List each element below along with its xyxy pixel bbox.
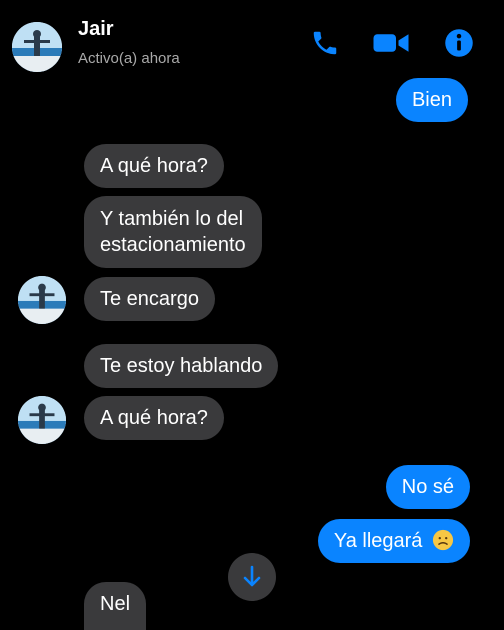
contact-avatar[interactable] <box>18 276 66 324</box>
contact-name[interactable]: Jair <box>78 18 114 41</box>
incoming-message[interactable]: A qué hora? <box>84 144 224 188</box>
incoming-message[interactable]: Y también lo del estacionamiento <box>84 196 262 268</box>
avatar-photo <box>18 276 66 324</box>
avatar-photo <box>12 22 62 72</box>
outgoing-message[interactable]: No sé <box>385 465 470 509</box>
outgoing-message[interactable]: Ya llegará <box>317 519 470 563</box>
contact-status: Activo(a) ahora <box>78 50 180 67</box>
message-text: Ya llegará <box>333 530 423 552</box>
incoming-message[interactable]: Nel <box>84 582 147 630</box>
outgoing-message[interactable]: Bien <box>395 78 468 122</box>
arrow-down-icon <box>243 565 261 587</box>
contact-avatar[interactable] <box>12 22 62 72</box>
chat-header: Jair Activo(a) ahora <box>0 0 504 80</box>
message-line: Y también lo del <box>100 208 244 230</box>
message-line: estacionamiento <box>100 234 246 256</box>
worried-face-emoji-icon <box>432 529 454 551</box>
info-icon[interactable] <box>444 28 474 58</box>
incoming-message[interactable]: Te encargo <box>84 277 215 321</box>
scroll-down-button[interactable] <box>228 553 276 601</box>
contact-avatar[interactable] <box>18 396 66 444</box>
phone-icon[interactable] <box>310 28 340 58</box>
avatar-photo <box>18 396 66 444</box>
video-camera-icon[interactable] <box>372 28 410 58</box>
incoming-message[interactable]: A qué hora? <box>84 396 224 440</box>
incoming-message[interactable]: Te estoy hablando <box>84 344 279 388</box>
